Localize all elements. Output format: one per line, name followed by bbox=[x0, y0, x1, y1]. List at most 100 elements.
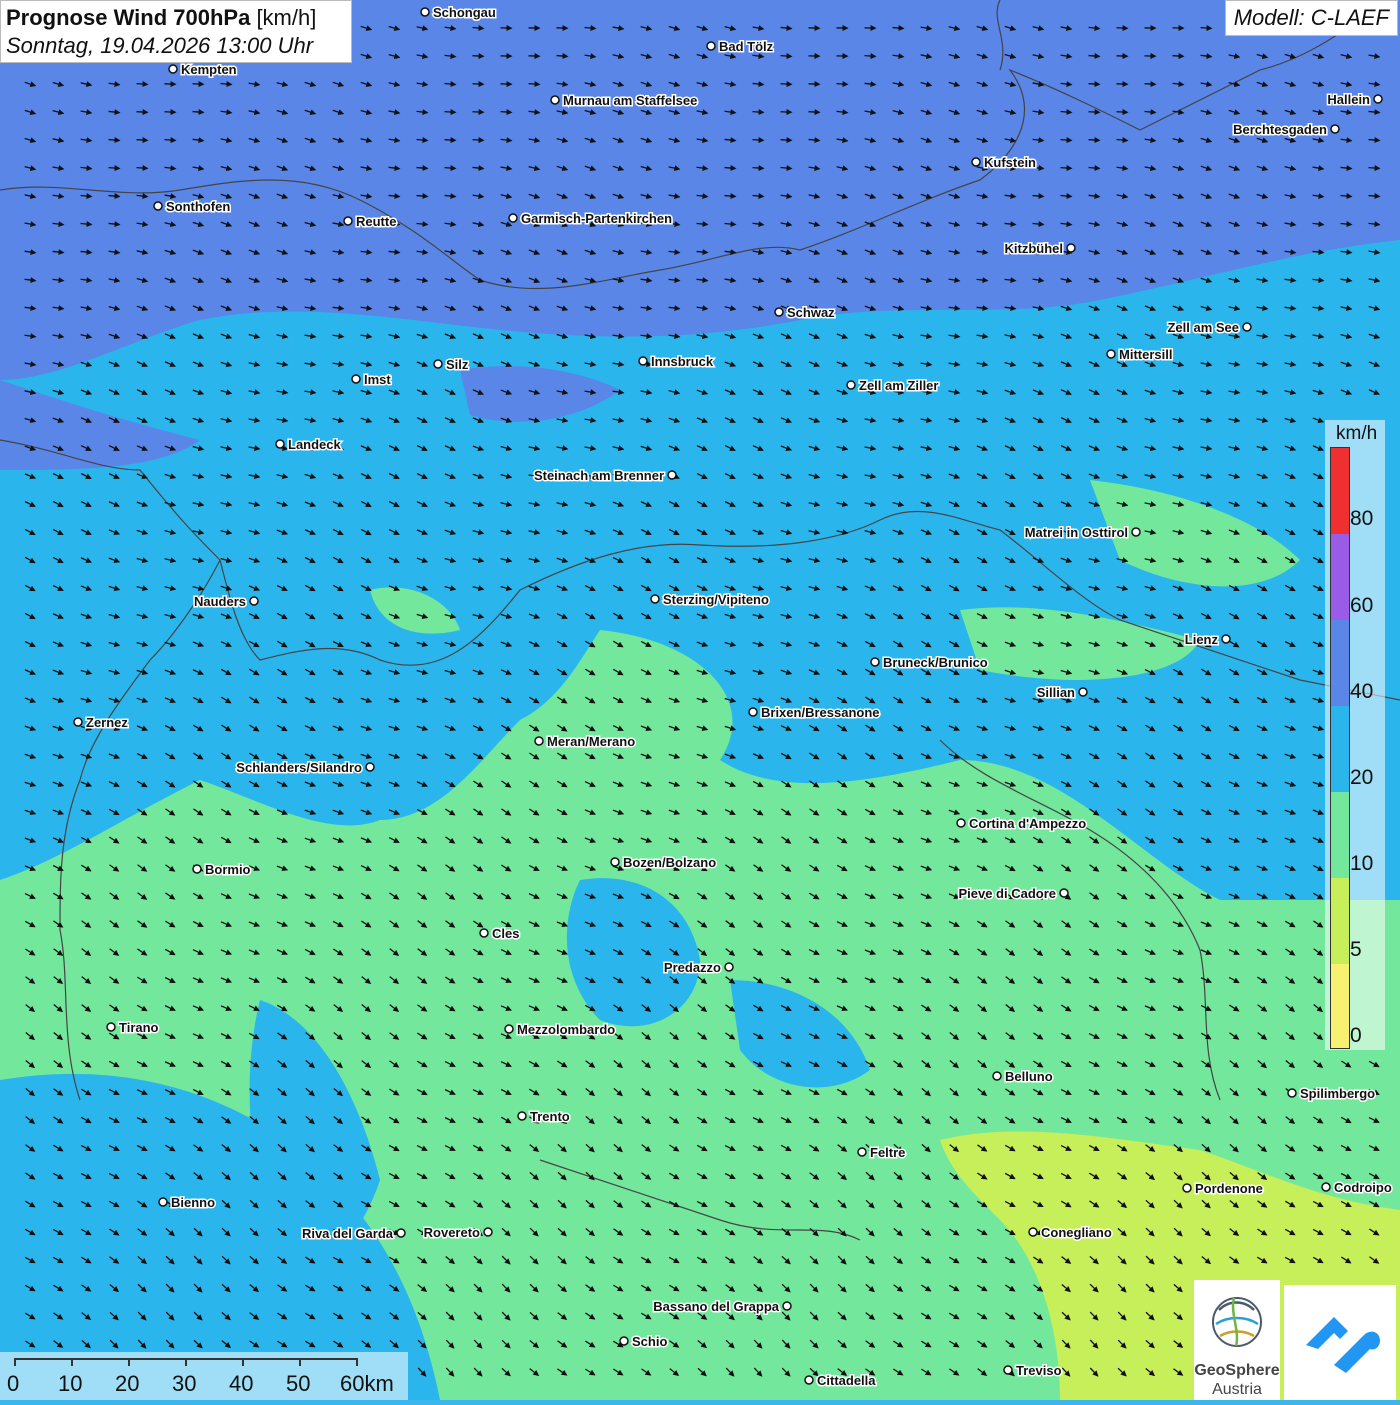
city-label: Kufstein bbox=[984, 155, 1036, 170]
legend-seg-20-40 bbox=[1331, 706, 1349, 792]
city-marker-icon bbox=[1222, 635, 1230, 643]
city-marker-icon bbox=[972, 158, 980, 166]
city-label: Innsbruck bbox=[651, 354, 714, 369]
city-marker-icon bbox=[434, 360, 442, 368]
wind-arrow bbox=[865, 56, 876, 57]
city-label: Zell am Ziller bbox=[859, 378, 938, 393]
wind-arrow bbox=[725, 196, 736, 197]
scale-label: 10 bbox=[58, 1371, 82, 1397]
geosphere-logo[interactable]: GeoSphere Austria bbox=[1194, 1280, 1280, 1400]
city-marker-icon bbox=[535, 737, 543, 745]
scale-tick bbox=[128, 1358, 130, 1366]
wind-arrow bbox=[473, 28, 484, 29]
wind-arrow bbox=[781, 84, 792, 85]
city-label: Feltre bbox=[870, 1145, 905, 1160]
wind-arrow bbox=[753, 168, 764, 169]
wind-arrow bbox=[473, 140, 484, 141]
legend-tick: 5 bbox=[1350, 938, 1362, 962]
geosphere-name: GeoSphere bbox=[1194, 1362, 1280, 1380]
wind-arrow bbox=[781, 56, 792, 57]
city-label: Mittersill bbox=[1119, 347, 1172, 362]
wind-arrow bbox=[809, 112, 820, 113]
city-marker-icon bbox=[107, 1023, 115, 1031]
scale-tick bbox=[299, 1358, 301, 1366]
city-label: Schwaz bbox=[787, 305, 835, 320]
forecast-datetime: Sonntag, 19.04.2026 13:00 Uhr bbox=[6, 32, 351, 60]
city-label: Nauders bbox=[194, 594, 246, 609]
city-label: Bozen/Bolzano bbox=[623, 855, 716, 870]
legend-unit: km/h bbox=[1336, 423, 1377, 445]
wind-arrow bbox=[753, 140, 764, 141]
city-label: Bassano del Grappa bbox=[653, 1299, 779, 1314]
legend-seg-5-10 bbox=[1331, 878, 1349, 964]
city-label: Matrei in Osttirol bbox=[1025, 525, 1128, 540]
wind-arrow bbox=[193, 112, 204, 113]
city-marker-icon bbox=[668, 471, 676, 479]
city-label: Steinach am Brenner bbox=[534, 468, 664, 483]
city-marker-icon bbox=[397, 1229, 405, 1237]
wind-arrow bbox=[1089, 140, 1100, 141]
city-marker-icon bbox=[775, 308, 783, 316]
city-label: Rovereto bbox=[424, 1225, 480, 1240]
wind-arrow bbox=[1201, 28, 1212, 29]
scale-label: 50 bbox=[286, 1371, 310, 1397]
city-marker-icon bbox=[1243, 323, 1251, 331]
city-marker-icon bbox=[871, 658, 879, 666]
wind-arrow bbox=[1145, 84, 1156, 85]
city-label: Cortina d'Ampezzo bbox=[969, 816, 1086, 831]
city-marker-icon bbox=[551, 96, 559, 104]
city-marker-icon bbox=[352, 375, 360, 383]
wind-arrow bbox=[557, 56, 568, 57]
city-label: Sterzing/Vipiteno bbox=[663, 592, 769, 607]
city-label: Schlanders/Silandro bbox=[236, 760, 362, 775]
city-label: Codroipo bbox=[1334, 1180, 1392, 1195]
map-title: Prognose Wind 700hPa [km/h] bbox=[6, 4, 351, 32]
city-marker-icon bbox=[193, 865, 201, 873]
city-label: Lienz bbox=[1185, 632, 1219, 647]
city-label: Landeck bbox=[288, 437, 342, 452]
wind-arrow bbox=[1089, 168, 1100, 169]
wind-arrow bbox=[501, 112, 512, 113]
wind-arrow bbox=[473, 56, 484, 57]
city-marker-icon bbox=[421, 8, 429, 16]
legend-seg-40-60 bbox=[1331, 620, 1349, 706]
title-box: Prognose Wind 700hPa [km/h] Sonntag, 19.… bbox=[0, 0, 352, 63]
legend-tick: 80 bbox=[1350, 507, 1373, 531]
scale-tick bbox=[14, 1358, 16, 1366]
city-label: Pieve di Cadore bbox=[958, 886, 1056, 901]
legend-tick: 20 bbox=[1350, 766, 1373, 790]
wind-arrow bbox=[725, 168, 736, 169]
city-marker-icon bbox=[1331, 125, 1339, 133]
wind-arrow bbox=[1117, 112, 1128, 113]
city-label: Schio bbox=[632, 1334, 667, 1349]
city-label: Tirano bbox=[119, 1020, 159, 1035]
scale-tick bbox=[185, 1358, 187, 1366]
city-label: Spilimbergo bbox=[1300, 1086, 1375, 1101]
legend-seg-10-20 bbox=[1331, 792, 1349, 878]
wind-arrow bbox=[1033, 196, 1044, 197]
wind-arrow bbox=[109, 168, 120, 169]
city-marker-icon bbox=[1079, 688, 1087, 696]
wind-arrow bbox=[137, 112, 148, 113]
wind-map[interactable]: SchongauBad TölzKemptenMurnau am Staffel… bbox=[0, 0, 1400, 1400]
city-marker-icon bbox=[1060, 889, 1068, 897]
scale-label: 20 bbox=[115, 1371, 139, 1397]
city-marker-icon bbox=[847, 381, 855, 389]
scale-tick bbox=[71, 1358, 73, 1366]
city-marker-icon bbox=[707, 42, 715, 50]
city-label: Zernez bbox=[86, 715, 128, 730]
scale-tick bbox=[242, 1358, 244, 1366]
city-label: Bienno bbox=[171, 1195, 215, 1210]
wind-arrow bbox=[1369, 196, 1380, 197]
city-marker-icon bbox=[858, 1148, 866, 1156]
city-marker-icon bbox=[1067, 244, 1075, 252]
city-label: Belluno bbox=[1005, 1069, 1053, 1084]
wind-arrow bbox=[417, 168, 428, 169]
wind-arrow bbox=[1089, 56, 1100, 57]
app-logo[interactable] bbox=[1284, 1285, 1396, 1400]
city-marker-icon bbox=[169, 65, 177, 73]
scale-label: 60km bbox=[340, 1371, 394, 1397]
wind-arrow bbox=[1061, 196, 1072, 197]
scale-label: 40 bbox=[229, 1371, 253, 1397]
wind-arrow bbox=[137, 140, 148, 141]
